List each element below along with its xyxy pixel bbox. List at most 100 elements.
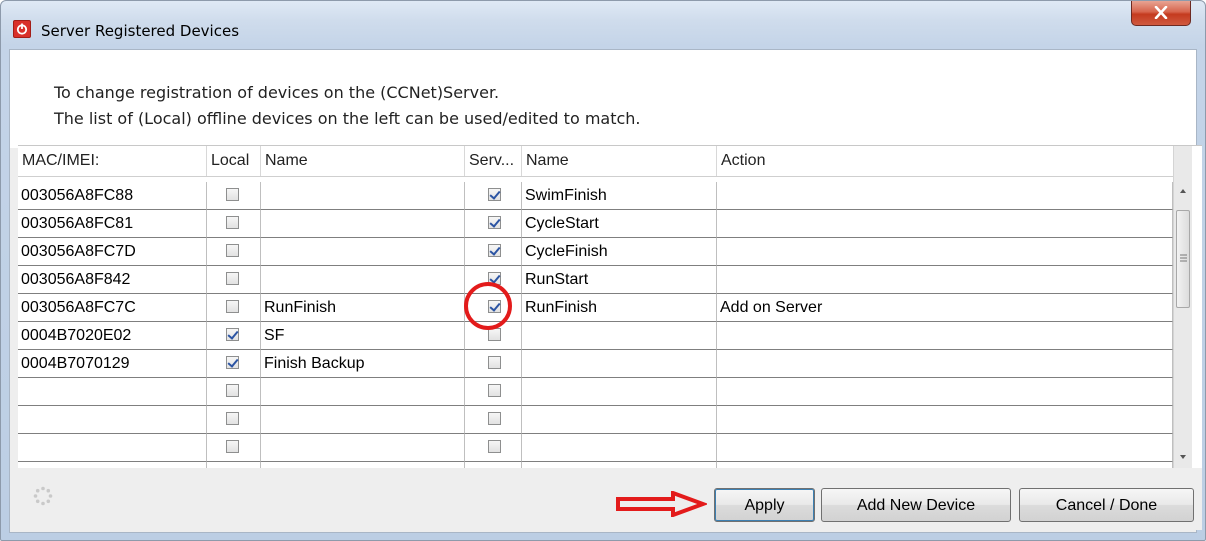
table-row[interactable]: 003056A8FC88 SwimFinish xyxy=(18,182,1173,210)
cell-server-name[interactable] xyxy=(522,434,717,462)
server-checkbox[interactable] xyxy=(488,412,501,425)
cell-local-name[interactable] xyxy=(261,406,465,434)
cell-server-name[interactable]: CycleFinish xyxy=(522,238,717,266)
vertical-scrollbar[interactable] xyxy=(1173,146,1192,468)
cell-action[interactable] xyxy=(717,182,1173,210)
local-checkbox[interactable] xyxy=(226,188,239,201)
red-arrow-icon xyxy=(616,491,707,517)
server-checkbox[interactable] xyxy=(488,356,501,369)
cell-mac[interactable]: 003056A8FC7D xyxy=(18,238,207,266)
server-checkbox[interactable] xyxy=(488,328,501,341)
server-checkbox[interactable] xyxy=(488,440,501,453)
local-checkbox[interactable] xyxy=(226,272,239,285)
scroll-up-icon[interactable] xyxy=(1174,182,1192,200)
server-cell xyxy=(465,182,522,210)
local-cell xyxy=(207,266,261,294)
local-cell xyxy=(207,434,261,462)
cell-local-name[interactable] xyxy=(261,266,465,294)
cell-local-name[interactable]: SF xyxy=(261,322,465,350)
cell-action[interactable] xyxy=(717,322,1173,350)
server-checkbox[interactable] xyxy=(488,384,501,397)
cell-action[interactable] xyxy=(717,434,1173,462)
cell-local-name[interactable] xyxy=(261,182,465,210)
local-checkbox[interactable] xyxy=(226,216,239,229)
apply-button[interactable]: Apply xyxy=(714,488,815,522)
table-row[interactable] xyxy=(18,406,1173,434)
scroll-down-icon[interactable] xyxy=(1174,448,1192,466)
table-body: 003056A8FC88 SwimFinish 003056A8FC81 CycleS… xyxy=(18,182,1173,468)
cell-server-name[interactable]: RunStart xyxy=(522,266,717,294)
cell-mac[interactable]: 0004B7020E02 xyxy=(18,322,207,350)
cell-mac[interactable]: 003056A8FC88 xyxy=(18,182,207,210)
cell-local-name[interactable]: RunFinish xyxy=(261,294,465,322)
cell-local-name[interactable]: Finish Backup xyxy=(261,350,465,378)
table-row[interactable]: 0004B7070129 Finish Backup xyxy=(18,350,1173,378)
server-checkbox[interactable] xyxy=(488,188,501,201)
table-row[interactable]: 003056A8F842 RunStart xyxy=(18,266,1173,294)
local-checkbox[interactable] xyxy=(226,356,239,369)
table-header: MAC/IMEI: Local Name Serv... Name Action xyxy=(18,146,1173,177)
cell-action[interactable] xyxy=(717,238,1173,266)
local-checkbox[interactable] xyxy=(226,412,239,425)
local-checkbox[interactable] xyxy=(226,384,239,397)
window-title: Server Registered Devices xyxy=(41,22,240,40)
server-cell xyxy=(465,350,522,378)
cell-action[interactable]: Add on Server xyxy=(717,294,1173,322)
close-x-icon xyxy=(1154,6,1168,19)
cell-server-name[interactable] xyxy=(522,378,717,406)
cell-server-name[interactable] xyxy=(522,406,717,434)
cell-action[interactable] xyxy=(717,210,1173,238)
local-checkbox[interactable] xyxy=(226,244,239,257)
red-circle-highlight xyxy=(464,282,512,330)
table-row[interactable]: 003056A8FC7C RunFinish RunFinish Add on Ser… xyxy=(18,294,1173,322)
column-header-mac[interactable]: MAC/IMEI: xyxy=(18,146,207,176)
table-row[interactable]: 003056A8FC7D CycleFinish xyxy=(18,238,1173,266)
cell-server-name[interactable] xyxy=(522,322,717,350)
local-cell xyxy=(207,294,261,322)
cell-local-name[interactable] xyxy=(261,238,465,266)
column-header-server-name[interactable]: Name xyxy=(522,146,717,176)
cell-action[interactable] xyxy=(717,350,1173,378)
cell-mac[interactable]: 003056A8FC7C xyxy=(18,294,207,322)
cell-local-name[interactable] xyxy=(261,210,465,238)
add-new-device-button[interactable]: Add New Device xyxy=(821,488,1011,522)
local-checkbox[interactable] xyxy=(226,440,239,453)
column-header-local[interactable]: Local xyxy=(207,146,261,176)
local-cell xyxy=(207,322,261,350)
dialog-footer: Apply Add New Device Cancel / Done xyxy=(18,468,1202,530)
scrollbar-thumb[interactable] xyxy=(1176,210,1190,308)
close-button[interactable] xyxy=(1131,1,1191,26)
cell-server-name[interactable]: RunFinish xyxy=(522,294,717,322)
cell-local-name[interactable] xyxy=(261,378,465,406)
info-line-2: The list of (Local) offline devices on t… xyxy=(54,109,641,128)
column-header-local-name[interactable]: Name xyxy=(261,146,465,176)
cell-mac[interactable]: 003056A8FC81 xyxy=(18,210,207,238)
cell-server-name[interactable]: CycleStart xyxy=(522,210,717,238)
table-row[interactable] xyxy=(18,378,1173,406)
cell-mac[interactable]: 003056A8F842 xyxy=(18,266,207,294)
local-checkbox[interactable] xyxy=(226,300,239,313)
cell-server-name[interactable]: SwimFinish xyxy=(522,182,717,210)
column-header-action[interactable]: Action xyxy=(717,146,1173,176)
server-checkbox[interactable] xyxy=(488,216,501,229)
cell-mac[interactable] xyxy=(18,378,207,406)
local-checkbox[interactable] xyxy=(226,328,239,341)
cell-action[interactable] xyxy=(717,406,1173,434)
cell-local-name[interactable] xyxy=(261,434,465,462)
server-cell xyxy=(465,238,522,266)
cell-action[interactable] xyxy=(717,266,1173,294)
column-header-server[interactable]: Serv... xyxy=(465,146,522,176)
dialog-window: Server Registered Devices To change regi… xyxy=(0,0,1206,541)
cell-mac[interactable] xyxy=(18,406,207,434)
table-row[interactable] xyxy=(18,434,1173,462)
cell-mac[interactable]: 0004B7070129 xyxy=(18,350,207,378)
server-checkbox[interactable] xyxy=(488,244,501,257)
cancel-done-button[interactable]: Cancel / Done xyxy=(1019,488,1194,522)
server-cell xyxy=(465,378,522,406)
cell-server-name[interactable] xyxy=(522,350,717,378)
table-row[interactable]: 0004B7020E02 SF xyxy=(18,322,1173,350)
table-row[interactable]: 003056A8FC81 CycleStart xyxy=(18,210,1173,238)
cell-mac[interactable] xyxy=(18,434,207,462)
cell-action[interactable] xyxy=(717,378,1173,406)
title-bar[interactable]: Server Registered Devices xyxy=(1,1,1205,47)
